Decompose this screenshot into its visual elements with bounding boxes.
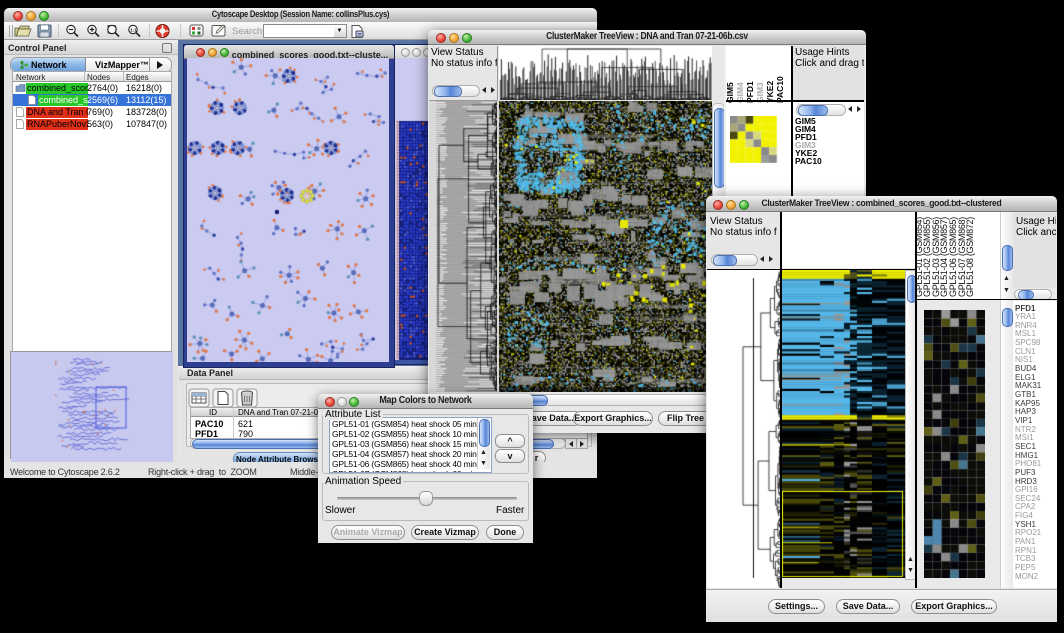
svg-text:1:1: 1:1: [130, 28, 137, 33]
